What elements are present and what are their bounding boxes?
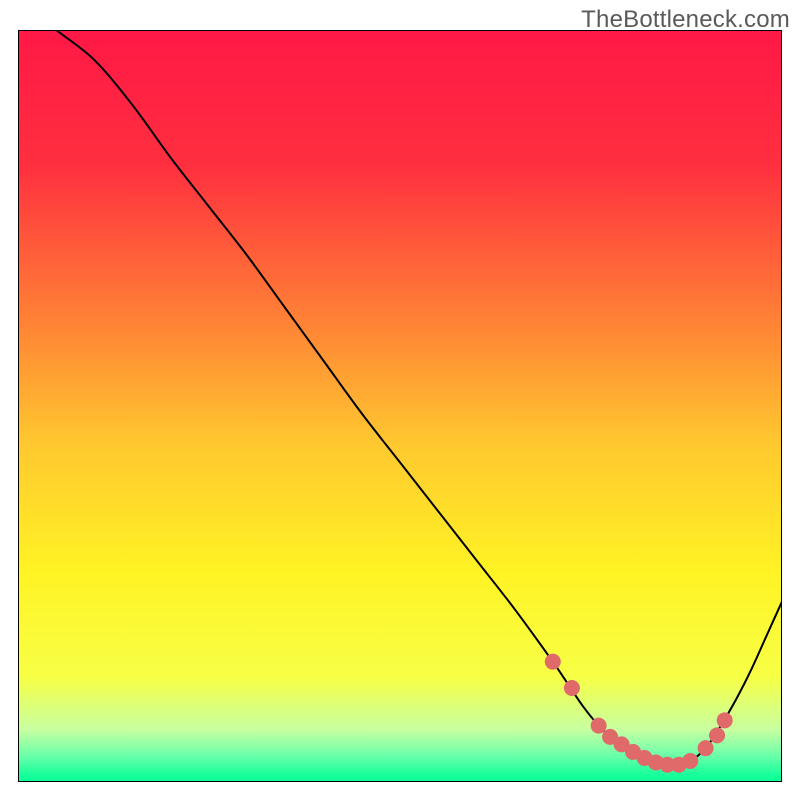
highlight-dot xyxy=(682,753,698,769)
highlight-dot xyxy=(591,718,607,734)
chart-container: TheBottleneck.com xyxy=(0,0,800,800)
highlight-dot xyxy=(545,654,561,670)
plot-area xyxy=(18,30,782,782)
highlight-dots xyxy=(18,30,782,782)
highlight-dot xyxy=(698,740,714,756)
highlight-dot xyxy=(709,727,725,743)
highlight-dot xyxy=(717,712,733,728)
highlight-dot xyxy=(564,680,580,696)
watermark-label: TheBottleneck.com xyxy=(581,6,790,34)
